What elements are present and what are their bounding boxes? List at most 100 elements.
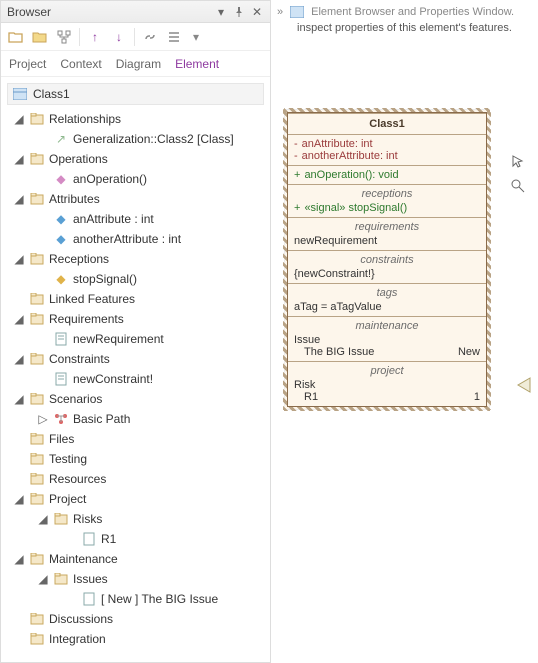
node-requirements[interactable]: ◢Requirements xyxy=(3,309,268,329)
expand-icon[interactable]: » xyxy=(277,6,283,18)
collapse-icon[interactable]: ◢ xyxy=(13,113,25,125)
project-compartment: project Risk R1 1 xyxy=(288,361,486,406)
collapse-icon[interactable]: ◢ xyxy=(37,573,49,585)
package-icon xyxy=(29,611,45,627)
node-scenarios[interactable]: ◢Scenarios xyxy=(3,389,268,409)
node-attributes[interactable]: ◢Attributes xyxy=(3,189,268,209)
path-icon xyxy=(53,411,69,427)
diagram-header: » Element Browser and Properties Window. xyxy=(277,4,532,20)
node-operation-item[interactable]: ◆anOperation() xyxy=(3,169,268,189)
node-attr2[interactable]: ◆anotherAttribute : int xyxy=(3,229,268,249)
node-r1[interactable]: R1 xyxy=(3,529,268,549)
tab-diagram[interactable]: Diagram xyxy=(116,57,161,71)
zoom-icon[interactable] xyxy=(510,178,526,194)
tab-context[interactable]: Context xyxy=(60,57,101,71)
package-icon xyxy=(29,251,45,267)
node-testing[interactable]: Testing xyxy=(3,449,268,469)
tag-arrow-icon[interactable] xyxy=(514,376,532,394)
close-icon[interactable]: ✕ xyxy=(250,5,264,19)
dropdown-icon[interactable]: ▾ xyxy=(214,5,228,19)
browser-pane: Browser ▾ ✕ ↑ ↓ ▾ Project Context Diagra… xyxy=(0,0,271,663)
diagram-subtext: inspect properties of this element's fea… xyxy=(277,22,532,34)
node-maintenance[interactable]: ◢Maintenance xyxy=(3,549,268,569)
node-scenario-item[interactable]: ▷Basic Path xyxy=(3,409,268,429)
node-issue-item[interactable]: [ New ] The BIG Issue xyxy=(3,589,268,609)
expand-icon[interactable]: ▷ xyxy=(37,413,49,425)
link-icon[interactable] xyxy=(141,28,159,46)
toolbar: ↑ ↓ ▾ xyxy=(1,23,270,51)
folder-icon[interactable] xyxy=(31,28,49,46)
node-constraints[interactable]: ◢Constraints xyxy=(3,349,268,369)
diagram-canvas[interactable]: Class1 -anAttribute: int -anotherAttribu… xyxy=(277,42,532,659)
tree[interactable]: Class1 ◢Relationships ↗Generalization::C… xyxy=(1,77,270,662)
package-icon xyxy=(29,491,45,507)
up-arrow-icon[interactable]: ↑ xyxy=(86,28,104,46)
package-icon xyxy=(53,511,69,527)
arrow-icon: ↗ xyxy=(53,131,69,147)
tab-element[interactable]: Element xyxy=(175,57,219,71)
diagram-pane: » Element Browser and Properties Window.… xyxy=(271,0,538,663)
new-folder-icon[interactable] xyxy=(7,28,25,46)
node-integration[interactable]: Integration xyxy=(3,629,268,649)
operation-icon: ◆ xyxy=(53,171,69,187)
tree-root-label: Class1 xyxy=(33,87,70,101)
node-receptions[interactable]: ◢Receptions xyxy=(3,249,268,269)
node-operations[interactable]: ◢Operations xyxy=(3,149,268,169)
node-reception-item[interactable]: ◆stopSignal() xyxy=(3,269,268,289)
node-relationships[interactable]: ◢Relationships xyxy=(3,109,268,129)
collapse-icon[interactable]: ◢ xyxy=(13,193,25,205)
doc-icon xyxy=(81,531,97,547)
constraints-compartment: constraints {newConstraint!} xyxy=(288,250,486,283)
pane-header: Browser ▾ ✕ xyxy=(1,1,270,23)
node-resources[interactable]: Resources xyxy=(3,469,268,489)
tabs: Project Context Diagram Element xyxy=(1,51,270,77)
collapse-icon[interactable]: ◢ xyxy=(13,393,25,405)
package-icon xyxy=(29,191,45,207)
attributes-compartment: -anAttribute: int -anotherAttribute: int xyxy=(288,134,486,165)
node-discussions[interactable]: Discussions xyxy=(3,609,268,629)
tab-project[interactable]: Project xyxy=(9,57,46,71)
hierarchy-icon[interactable] xyxy=(55,28,73,46)
node-files[interactable]: Files xyxy=(3,429,268,449)
collapse-icon[interactable]: ◢ xyxy=(13,353,25,365)
requirements-compartment: requirements newRequirement xyxy=(288,217,486,250)
package-icon xyxy=(29,311,45,327)
package-icon xyxy=(29,631,45,647)
tree-root[interactable]: Class1 xyxy=(7,83,264,105)
toolbar-dropdown-icon[interactable]: ▾ xyxy=(189,30,203,44)
window-icon xyxy=(289,4,305,20)
node-project[interactable]: ◢Project xyxy=(3,489,268,509)
collapse-icon[interactable]: ◢ xyxy=(13,153,25,165)
class-element[interactable]: Class1 -anAttribute: int -anotherAttribu… xyxy=(287,112,487,407)
signal-icon: ◆ xyxy=(53,271,69,287)
operations-compartment: +anOperation(): void xyxy=(288,165,486,184)
node-linked[interactable]: Linked Features xyxy=(3,289,268,309)
package-icon xyxy=(29,151,45,167)
class-name: Class1 xyxy=(288,113,486,134)
collapse-icon[interactable]: ◢ xyxy=(37,513,49,525)
node-constraint-item[interactable]: newConstraint! xyxy=(3,369,268,389)
receptions-compartment: receptions +«signal» stopSignal() xyxy=(288,184,486,217)
class-icon xyxy=(12,86,28,102)
collapse-icon[interactable]: ◢ xyxy=(13,253,25,265)
package-icon xyxy=(53,571,69,587)
doc-icon xyxy=(53,371,69,387)
menu-icon[interactable] xyxy=(165,28,183,46)
collapse-icon[interactable]: ◢ xyxy=(13,493,25,505)
node-generalization[interactable]: ↗Generalization::Class2 [Class] xyxy=(3,129,268,149)
collapse-icon[interactable]: ◢ xyxy=(13,553,25,565)
node-requirement-item[interactable]: newRequirement xyxy=(3,329,268,349)
package-icon xyxy=(29,351,45,367)
down-arrow-icon[interactable]: ↓ xyxy=(110,28,128,46)
node-risks[interactable]: ◢Risks xyxy=(3,509,268,529)
attribute-icon: ◆ xyxy=(53,231,69,247)
diagram-header-text: Element Browser and Properties Window. xyxy=(311,6,514,18)
pointer-icon[interactable] xyxy=(510,154,526,170)
doc-icon xyxy=(53,331,69,347)
package-icon xyxy=(29,551,45,567)
node-attr1[interactable]: ◆anAttribute : int xyxy=(3,209,268,229)
tags-compartment: tags aTag = aTagValue xyxy=(288,283,486,316)
collapse-icon[interactable]: ◢ xyxy=(13,313,25,325)
pin-icon[interactable] xyxy=(232,5,246,19)
node-issues[interactable]: ◢Issues xyxy=(3,569,268,589)
